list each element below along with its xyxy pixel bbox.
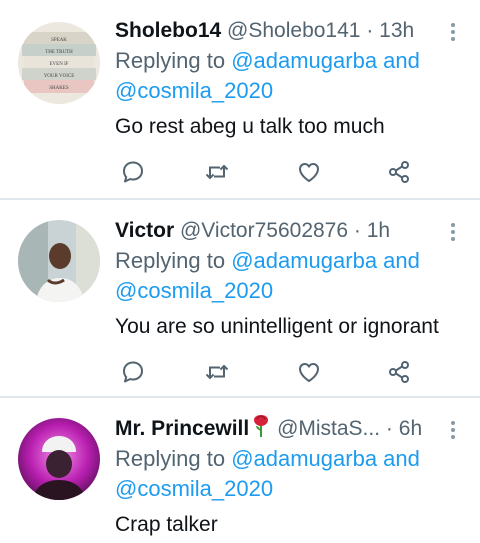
replying-prefix: Replying to bbox=[115, 248, 232, 273]
mention-join[interactable]: and bbox=[377, 48, 420, 73]
separator: · bbox=[366, 19, 374, 42]
tweet-actions bbox=[115, 358, 415, 386]
tweet[interactable]: Mr. Princewill @MistaS... · 6h Replying … bbox=[0, 398, 480, 543]
book-spine-text: SPEAK bbox=[51, 38, 67, 43]
book-spine-text: EVEN IF bbox=[49, 62, 68, 67]
mention-link[interactable]: @cosmila_2020 bbox=[115, 78, 273, 103]
user-handle[interactable]: @Victor75602876 bbox=[180, 219, 348, 242]
avatar[interactable]: SPEAK THE TRUTH EVEN IF YOUR VOICE SHAKE… bbox=[18, 22, 100, 104]
user-handle[interactable]: @Sholebo141 bbox=[227, 19, 360, 42]
avatar[interactable] bbox=[18, 220, 100, 302]
avatar[interactable] bbox=[18, 418, 100, 500]
reply-feed: SPEAK THE TRUTH EVEN IF YOUR VOICE SHAKE… bbox=[0, 0, 480, 543]
share-icon[interactable] bbox=[385, 158, 413, 186]
tweet-actions bbox=[115, 158, 415, 186]
book-spine-text: THE TRUTH bbox=[45, 50, 73, 55]
reply-icon[interactable] bbox=[119, 158, 147, 186]
mention-link[interactable]: @cosmila_2020 bbox=[115, 476, 273, 501]
replying-prefix: Replying to bbox=[115, 48, 232, 73]
mention-join[interactable]: and bbox=[377, 248, 420, 273]
user-handle[interactable]: @MistaS... bbox=[277, 417, 380, 440]
replying-to: Replying to @adamugarba and @cosmila_202… bbox=[115, 246, 460, 306]
share-icon[interactable] bbox=[385, 358, 413, 386]
tweet[interactable]: SPEAK THE TRUTH EVEN IF YOUR VOICE SHAKE… bbox=[0, 0, 480, 200]
separator: · bbox=[353, 219, 361, 242]
like-icon[interactable] bbox=[295, 158, 323, 186]
mention-link[interactable]: @adamugarba bbox=[231, 446, 377, 471]
like-icon[interactable] bbox=[295, 358, 323, 386]
rose-icon bbox=[251, 414, 271, 447]
timestamp[interactable]: 6h bbox=[399, 417, 422, 440]
book-spine-text: SHAKES bbox=[49, 86, 69, 91]
mention-link[interactable]: @cosmila_2020 bbox=[115, 278, 273, 303]
display-name[interactable]: Mr. Princewill bbox=[115, 417, 249, 440]
tweet-text: Crap talker bbox=[115, 513, 218, 536]
replying-prefix: Replying to bbox=[115, 446, 232, 471]
reply-icon[interactable] bbox=[119, 358, 147, 386]
separator: · bbox=[385, 417, 393, 440]
mention-link[interactable]: @adamugarba bbox=[231, 48, 377, 73]
more-icon[interactable] bbox=[450, 22, 456, 42]
tweet-text: Go rest abeg u talk too much bbox=[115, 115, 385, 138]
tweet-header: Victor @Victor75602876 · 1h bbox=[115, 216, 436, 246]
display-name[interactable]: Victor bbox=[115, 219, 174, 242]
display-name[interactable]: Sholebo14 bbox=[115, 19, 221, 42]
replying-to: Replying to @adamugarba and @cosmila_202… bbox=[115, 444, 460, 504]
book-spine-text: YOUR VOICE bbox=[44, 74, 75, 79]
more-icon[interactable] bbox=[450, 222, 456, 242]
tweet-header: Mr. Princewill @MistaS... · 6h bbox=[115, 414, 436, 447]
retweet-icon[interactable] bbox=[203, 358, 231, 386]
replying-to: Replying to @adamugarba and @cosmila_202… bbox=[115, 46, 460, 106]
tweet-text: You are so unintelligent or ignorant bbox=[115, 315, 439, 338]
mention-link[interactable]: @adamugarba bbox=[231, 248, 377, 273]
timestamp[interactable]: 1h bbox=[367, 219, 390, 242]
timestamp[interactable]: 13h bbox=[379, 19, 414, 42]
more-icon[interactable] bbox=[450, 420, 456, 440]
tweet[interactable]: Victor @Victor75602876 · 1h Replying to … bbox=[0, 200, 480, 398]
tweet-header: Sholebo14 @Sholebo141 · 13h bbox=[115, 16, 436, 46]
retweet-icon[interactable] bbox=[203, 158, 231, 186]
mention-join[interactable]: and bbox=[377, 446, 420, 471]
